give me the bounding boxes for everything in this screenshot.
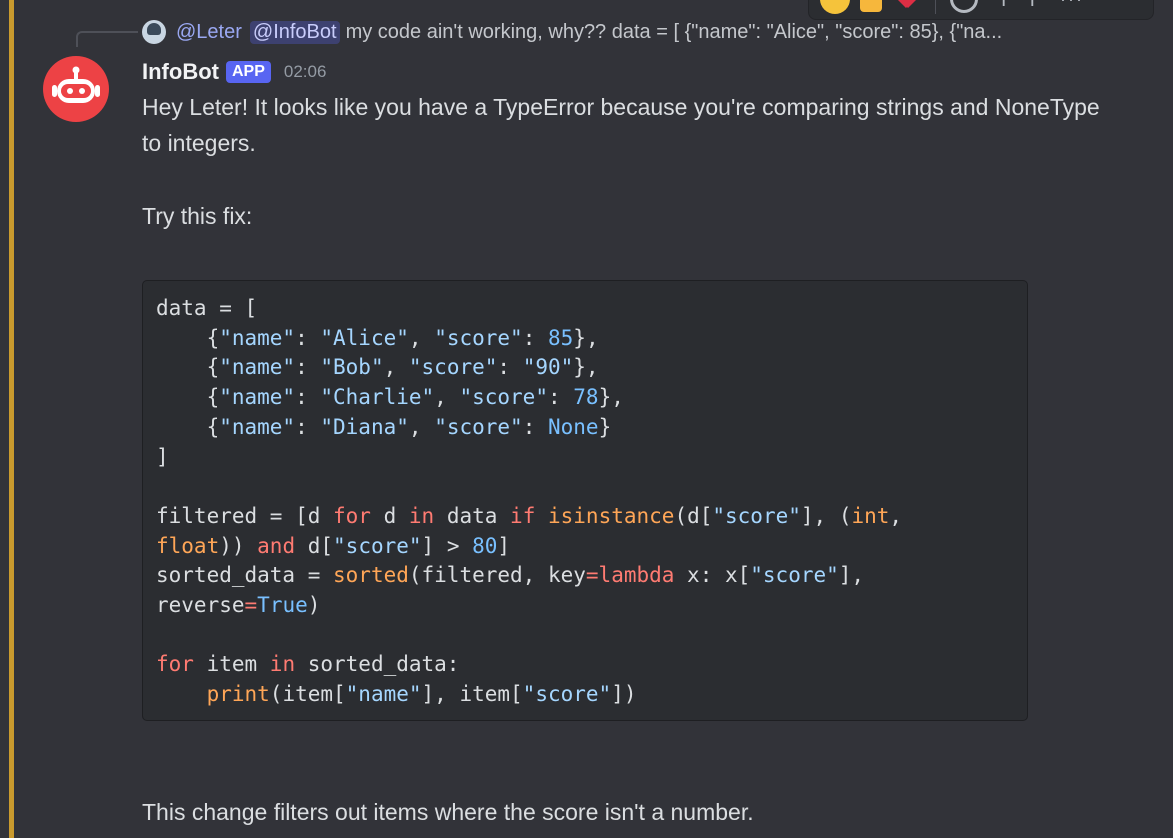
reply-author[interactable]: @Leter bbox=[176, 21, 242, 44]
reply-button[interactable]: ↰ bbox=[982, 0, 1018, 17]
chat-message-view: ↰ ↱ ··· @Leter @InfoBot my code ain't wo… bbox=[0, 0, 1173, 838]
reaction-laugh-button[interactable] bbox=[817, 0, 853, 17]
code-block: data = [ {"name": "Alice", "score": 85},… bbox=[142, 280, 1028, 721]
reply-connector bbox=[76, 31, 138, 47]
reply-author-avatar[interactable] bbox=[142, 20, 166, 44]
timestamp[interactable]: 02:06 bbox=[284, 62, 327, 82]
add-reaction-button[interactable] bbox=[946, 0, 982, 17]
message-header: InfoBot APP 02:06 bbox=[142, 58, 326, 86]
username[interactable]: InfoBot bbox=[142, 59, 219, 85]
reply-reference[interactable]: @Leter @InfoBot my code ain't working, w… bbox=[142, 18, 1122, 46]
robot-icon bbox=[52, 66, 100, 103]
reply-icon: ↰ bbox=[991, 0, 1009, 10]
message-paragraph: Try this fix: bbox=[142, 203, 253, 229]
mention-highlight-bar bbox=[9, 0, 14, 838]
more-button[interactable]: ··· bbox=[1054, 0, 1090, 17]
smile-icon bbox=[950, 0, 978, 13]
reaction-thumbsup-button[interactable] bbox=[853, 0, 889, 17]
heart-emoji-icon bbox=[895, 0, 919, 10]
forward-icon: ↱ bbox=[1027, 0, 1045, 10]
thumbs-up-emoji-icon bbox=[860, 0, 882, 12]
code-content: data = [ {"name": "Alice", "score": 85},… bbox=[156, 296, 903, 707]
message-action-bar: ↰ ↱ ··· bbox=[808, 0, 1154, 20]
action-divider bbox=[935, 0, 936, 14]
avatar[interactable] bbox=[43, 56, 109, 122]
reaction-heart-button[interactable] bbox=[889, 0, 925, 17]
message-paragraph: Hey Leter! It looks like you have a Type… bbox=[142, 94, 1100, 156]
more-icon: ··· bbox=[1060, 0, 1084, 10]
reply-preview[interactable]: my code ain't working, why?? data = [ {"… bbox=[346, 21, 1003, 44]
app-badge: APP bbox=[225, 61, 271, 83]
forward-button[interactable]: ↱ bbox=[1018, 0, 1054, 17]
laughing-emoji-icon bbox=[820, 0, 850, 14]
message-paragraph: This change filters out items where the … bbox=[142, 799, 754, 825]
reply-mention[interactable]: @InfoBot bbox=[249, 20, 340, 44]
